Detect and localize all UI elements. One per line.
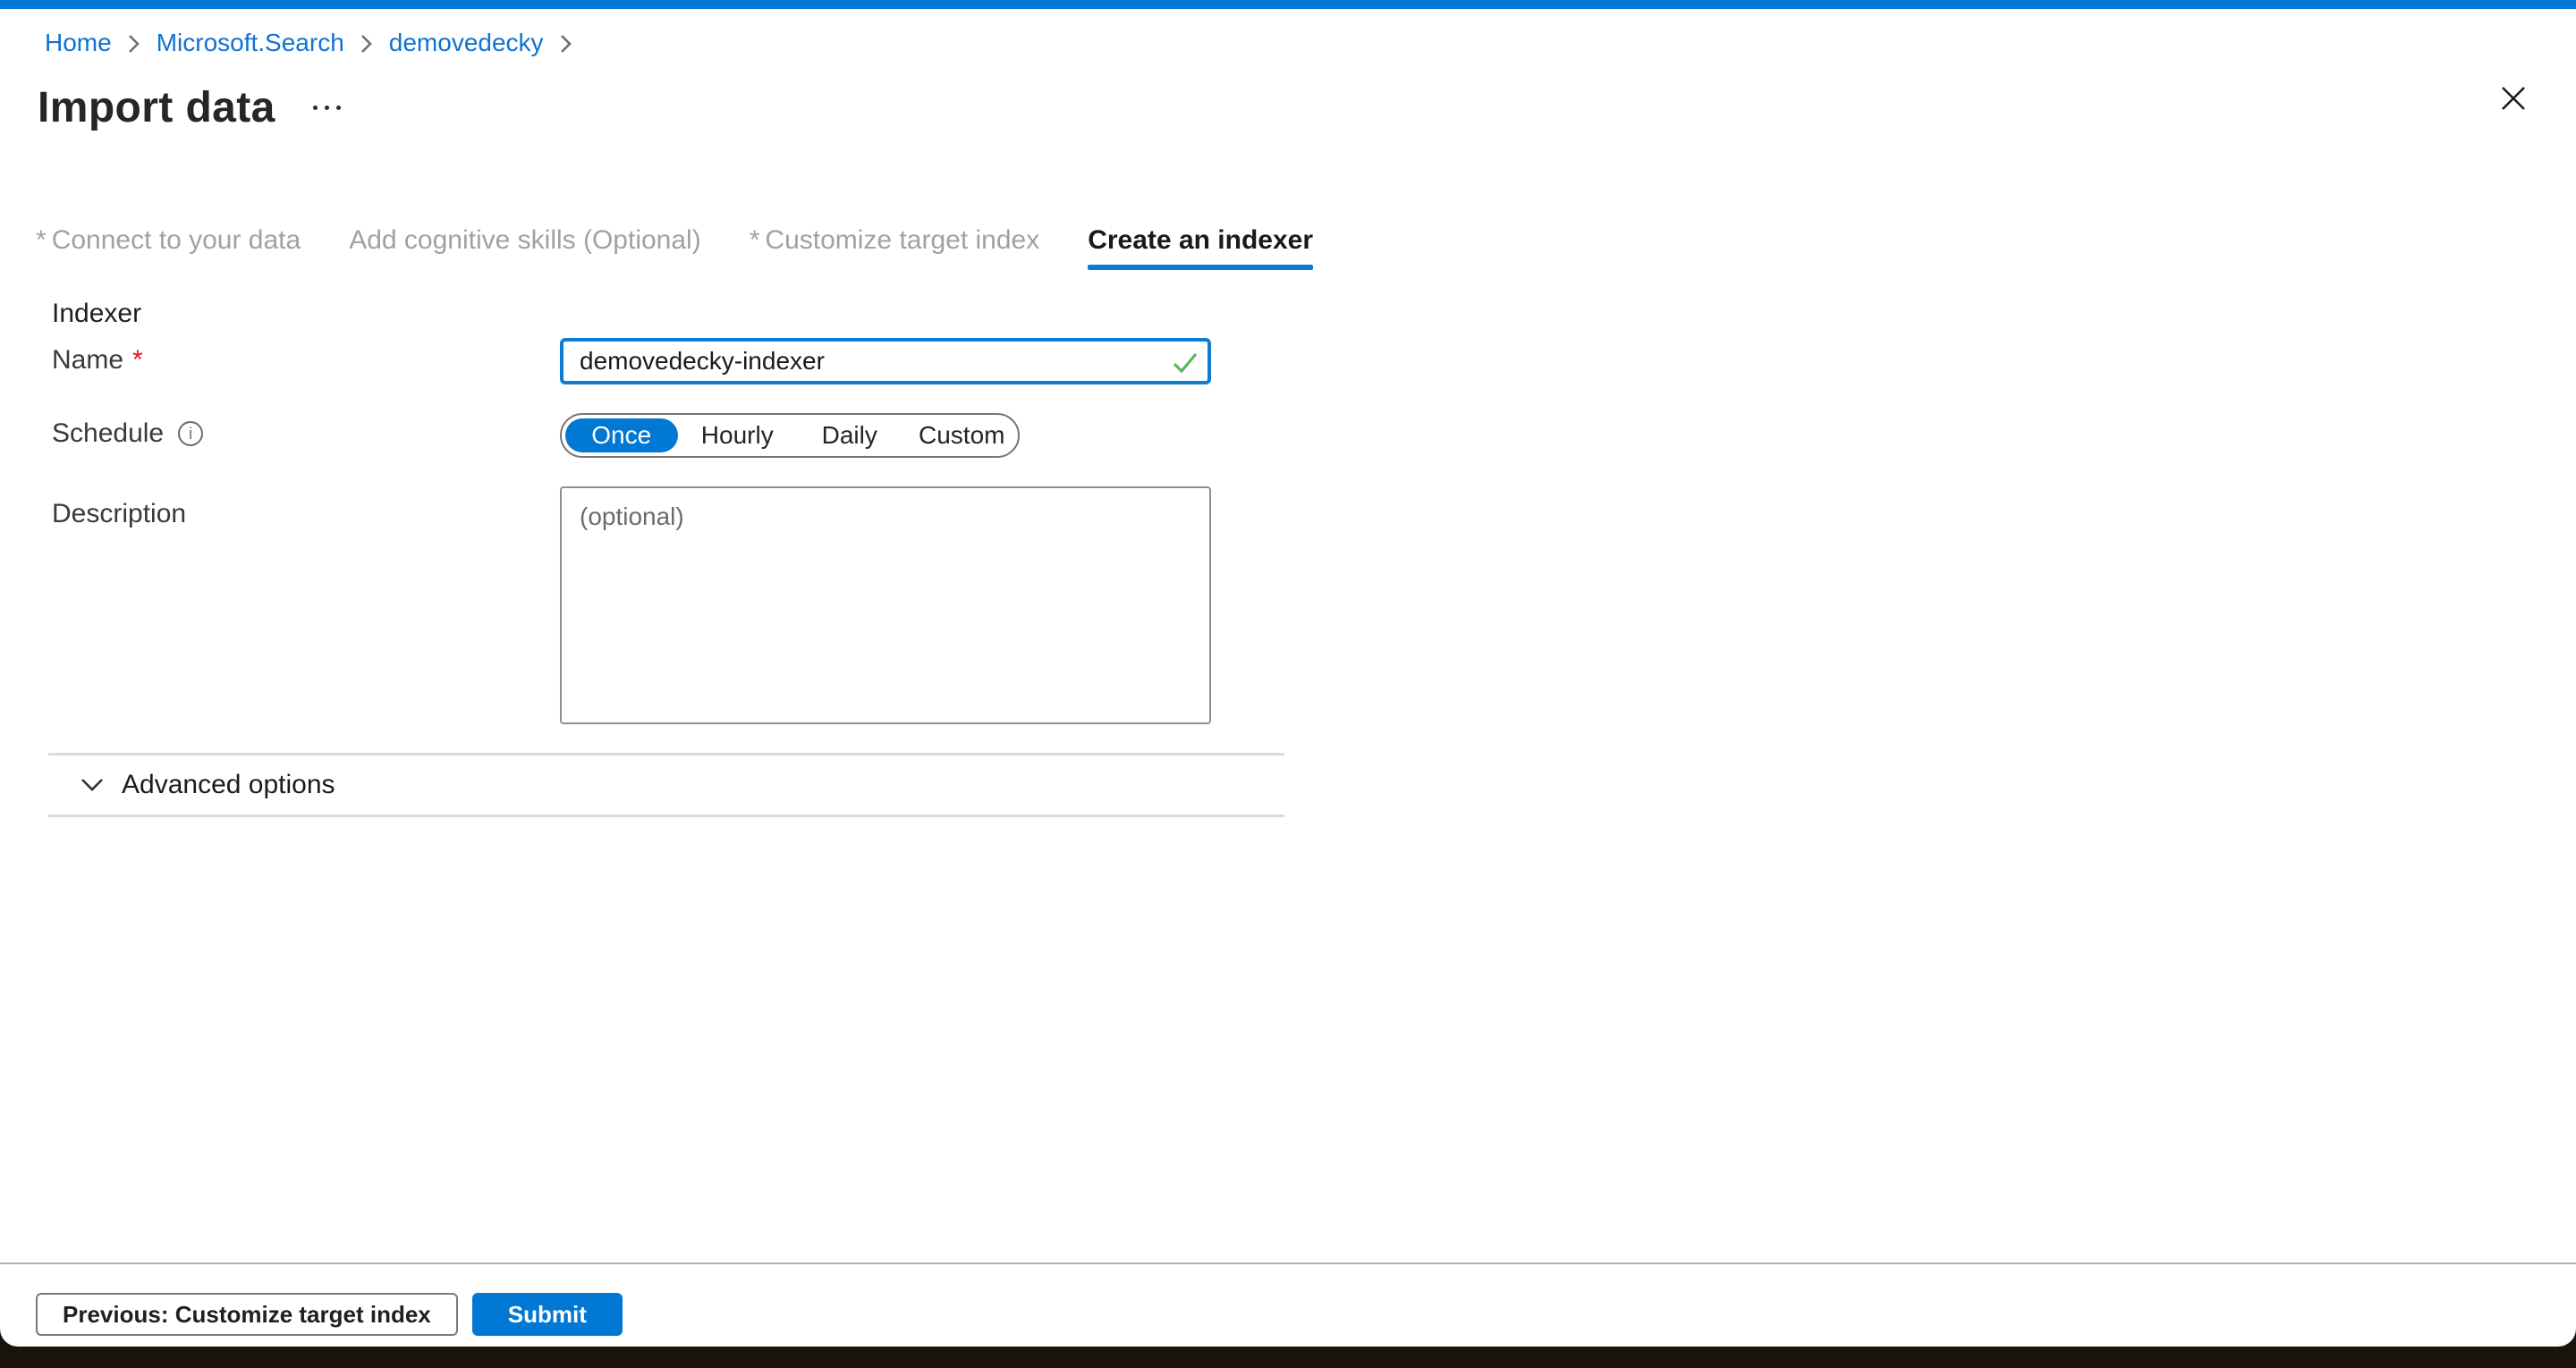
chevron-right-icon [560,34,572,54]
submit-button[interactable]: Submit [472,1293,623,1336]
page-title: Import data [38,83,275,132]
description-row: Description [0,486,2576,724]
description-label: Description [52,486,560,529]
breadcrumb-link-demovedecky[interactable]: demovedecky [389,29,544,57]
chevron-right-icon [128,34,140,54]
import-data-panel: Home Microsoft.Search demovedecky Import… [0,0,2576,1347]
required-asterisk: * [132,345,143,376]
info-icon[interactable]: i [178,421,203,446]
tab-label: Customize target index [765,225,1039,255]
breadcrumb: Home Microsoft.Search demovedecky [45,29,2576,57]
tab-label: Create an indexer [1088,225,1313,255]
schedule-option-once[interactable]: Once [565,418,678,452]
name-label: Name* [52,338,560,376]
advanced-options-label: Advanced options [122,770,335,800]
breadcrumb-link-home[interactable]: Home [45,29,112,57]
close-icon[interactable] [2497,82,2529,114]
schedule-option-hourly[interactable]: Hourly [682,415,794,456]
more-options-icon[interactable] [306,98,348,117]
schedule-option-daily[interactable]: Daily [793,415,906,456]
schedule-toggle-group: Once Hourly Daily Custom [560,413,1020,458]
tab-label: Connect to your data [52,225,301,255]
breadcrumb-link-microsoft-search[interactable]: Microsoft.Search [157,29,344,57]
description-textarea[interactable] [560,486,1211,724]
wizard-tabs: *Connect to your data Add cognitive skil… [0,225,2576,270]
tab-customize-target-index[interactable]: *Customize target index [750,225,1040,270]
tab-create-an-indexer[interactable]: Create an indexer [1088,225,1313,270]
tab-add-cognitive-skills[interactable]: Add cognitive skills (Optional) [349,225,701,270]
schedule-label: Schedule i [52,413,560,449]
portal-top-accent-bar [0,0,2576,9]
advanced-options-toggle[interactable]: Advanced options [48,753,1284,817]
tab-required-marker: * [750,225,760,255]
chevron-down-icon [80,778,104,792]
indexer-name-input[interactable] [560,338,1211,384]
tab-label: Add cognitive skills (Optional) [349,225,701,255]
name-row: Name* [0,338,2576,384]
tab-connect-to-your-data[interactable]: *Connect to your data [36,225,301,270]
tab-required-marker: * [36,225,47,255]
chevron-right-icon [360,34,373,54]
page-header: Import data [38,80,2576,134]
schedule-row: Schedule i Once Hourly Daily Custom [0,413,2576,458]
schedule-option-custom[interactable]: Custom [906,415,1019,456]
app-window: Home Microsoft.Search demovedecky Import… [0,0,2576,1368]
indexer-section-label: Indexer [52,299,2576,329]
wizard-footer: Previous: Customize target index Submit [0,1262,2576,1336]
previous-step-button[interactable]: Previous: Customize target index [36,1293,458,1336]
